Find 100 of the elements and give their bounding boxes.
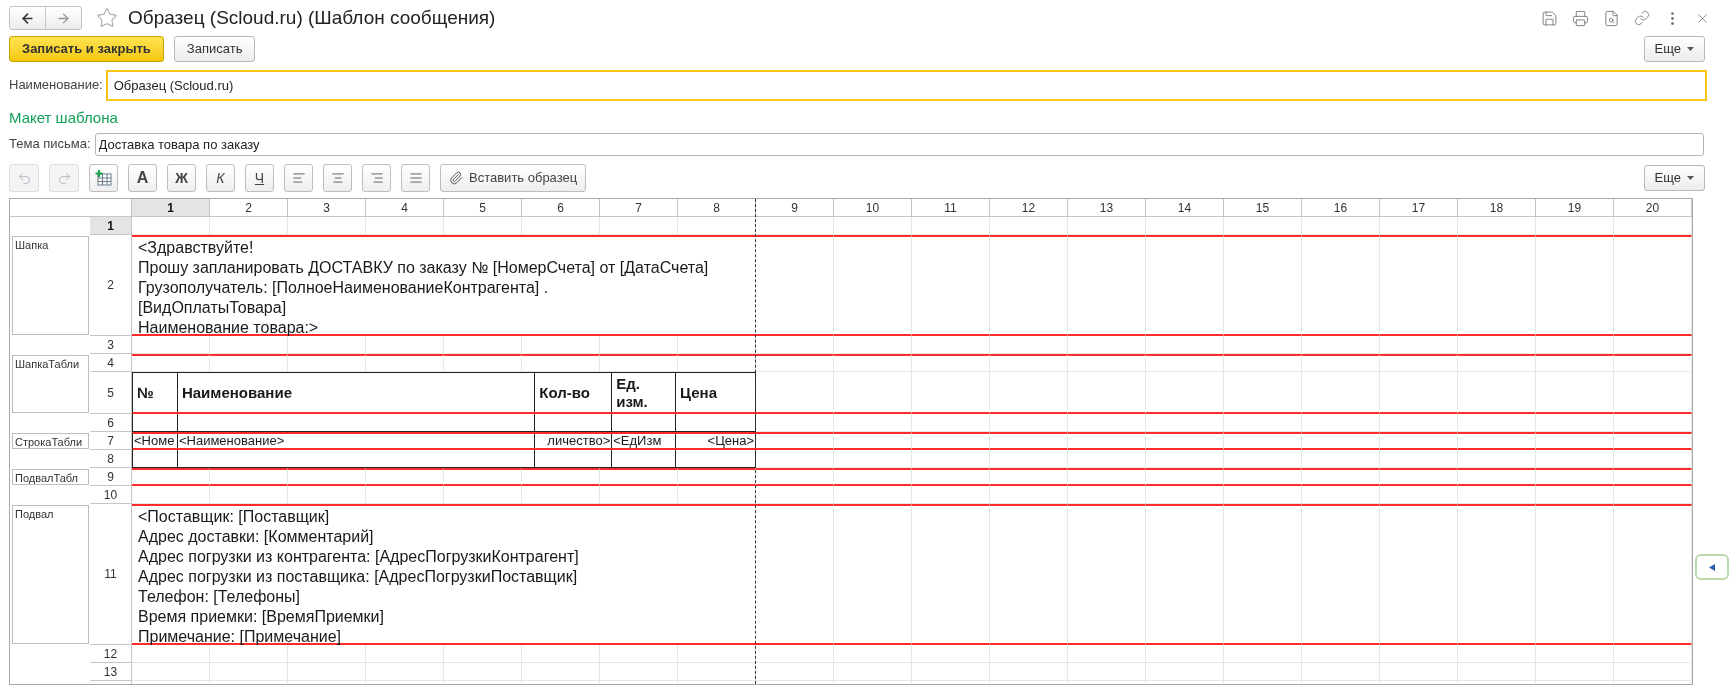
sheet-cell[interactable] [288,354,366,372]
save-button[interactable]: Записать [173,36,256,62]
link-icon[interactable] [1634,10,1650,26]
justify-button[interactable] [401,164,430,192]
sheet-cell[interactable] [1380,432,1458,450]
area-label[interactable]: Шапка [12,236,89,335]
column-header[interactable]: 10 [834,199,912,217]
area-label[interactable]: ШапкаТабли [12,355,89,413]
column-header[interactable]: 18 [1458,199,1536,217]
sheet-cell[interactable] [1302,432,1380,450]
sheet-cell[interactable] [912,432,990,450]
sheet-cell[interactable] [132,468,210,486]
merged-cell[interactable] [132,504,756,645]
sheet-cell[interactable] [1380,468,1458,486]
sheet-cell[interactable] [444,468,522,486]
sheet-cell[interactable] [1536,432,1614,450]
column-header[interactable]: 20 [1614,199,1692,217]
sheet-cell[interactable] [756,468,834,486]
sheet-cell[interactable] [1458,235,1536,336]
sheet-cell[interactable] [1536,468,1614,486]
sheet-cell[interactable] [834,354,912,372]
column-header[interactable]: 19 [1536,199,1614,217]
area-label[interactable]: СтрокаТабли [12,433,89,449]
preview-icon[interactable] [1603,9,1620,27]
collapse-button[interactable] [1695,554,1729,580]
row-number[interactable]: 9 [90,468,132,486]
sheet-cell[interactable] [1458,504,1536,645]
sheet-cell[interactable] [1614,504,1692,645]
column-header[interactable]: 14 [1146,199,1224,217]
format-button[interactable]: К [206,164,235,192]
sheet-cell[interactable] [1068,468,1146,486]
row-number[interactable]: 11 [90,504,132,645]
sheet-cell[interactable] [756,235,834,336]
sheet-cell[interactable] [210,354,288,372]
row-number[interactable]: 6 [90,414,132,432]
print-icon[interactable] [1572,9,1589,27]
sheet-cell[interactable] [600,354,678,372]
sheet-cell[interactable] [756,432,834,450]
spreadsheet[interactable] [9,198,1693,685]
sheet-cell[interactable] [1068,504,1146,645]
sheet-cell[interactable] [1146,354,1224,372]
area-label[interactable]: ПодвалТабл [12,469,89,485]
row-number[interactable]: 10 [90,486,132,504]
area-label[interactable]: Подвал [12,505,89,644]
column-header[interactable]: 3 [288,199,366,217]
star-icon[interactable] [96,7,118,29]
sheet-cell[interactable] [1536,504,1614,645]
sheet-cell[interactable] [1068,354,1146,372]
align-center-button[interactable] [323,164,352,192]
sheet-cell[interactable] [1068,432,1146,450]
sheet-cell[interactable] [1224,235,1302,336]
sheet-cell[interactable] [366,468,444,486]
row-number[interactable]: 4 [90,354,132,372]
merged-cell[interactable]: <Здравствуйте! Прошу запланировать ДОСТАВКУ по заказу № [НомерСчета] от [ДатаСчета] Грузополучатель: [ПолноеНаименованиеКонтрагента] . [ВидОплатыТовара] Наименование товара:> [132,235,756,336]
sheet-cell[interactable] [1458,354,1536,372]
align-left-button[interactable] [284,164,313,192]
insert-sample-button[interactable]: Вставить образец [440,164,587,192]
sheet-cell[interactable] [1224,432,1302,450]
sheet-cell[interactable] [1380,235,1458,336]
sheet-cell[interactable] [1224,468,1302,486]
row-number[interactable]: 12 [90,645,132,663]
column-header[interactable]: 7 [600,199,678,217]
more-button[interactable]: Еще [1643,36,1705,62]
sheet-cell[interactable] [600,468,678,486]
sheet-cell[interactable] [1536,235,1614,336]
insert-table-button[interactable] [89,164,118,192]
format-button[interactable]: Ч [245,164,274,192]
subject-field[interactable]: Доставка товара по заказу [94,132,1704,156]
column-header[interactable]: 17 [1380,199,1458,217]
sheet-cell[interactable] [444,354,522,372]
sheet-cell[interactable] [834,432,912,450]
sheet-cell[interactable] [990,235,1068,336]
sheet-cell[interactable] [834,504,912,645]
row-number[interactable]: 5 [90,372,132,414]
sheet-cell[interactable] [522,354,600,372]
row-number[interactable]: 7 [90,432,132,450]
row-number[interactable]: 1 [90,217,132,235]
sheet-cell[interactable] [1302,235,1380,336]
column-header[interactable]: 6 [522,199,600,217]
sheet-cell[interactable] [1146,432,1224,450]
column-header[interactable]: 4 [366,199,444,217]
sheet-cell[interactable] [678,354,756,372]
sheet-cell[interactable] [288,468,366,486]
sheet-cell[interactable] [1458,468,1536,486]
sheet-cell[interactable] [522,468,600,486]
column-header[interactable]: 11 [912,199,990,217]
sheet-cell[interactable] [1614,354,1692,372]
sheet-cell[interactable] [912,235,990,336]
sheet-cell[interactable] [834,468,912,486]
row-number[interactable]: 2 [90,235,132,336]
row-number[interactable]: 13 [90,663,132,681]
name-field[interactable]: Образец (Scloud.ru) [105,69,1707,101]
sheet-cell[interactable] [132,354,210,372]
sheet-cell[interactable] [990,432,1068,450]
column-header[interactable]: 9 [756,199,834,217]
sheet-cell[interactable] [1380,354,1458,372]
sheet-cell[interactable] [210,468,288,486]
more-button[interactable]: Еще [1643,165,1705,191]
sheet-cell[interactable] [1302,354,1380,372]
format-button[interactable]: A [128,164,157,192]
